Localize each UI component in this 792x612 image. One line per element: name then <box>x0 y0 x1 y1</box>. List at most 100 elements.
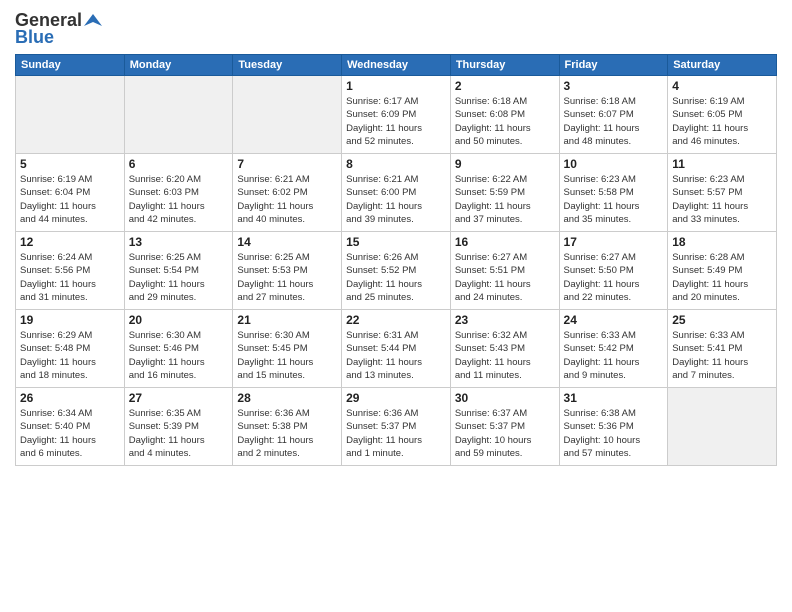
day-number: 18 <box>672 235 772 249</box>
day-cell: 7 Sunrise: 6:21 AM Sunset: 6:02 PM Daylig… <box>233 154 342 232</box>
day-info: Sunrise: 6:20 AM Sunset: 6:03 PM Dayligh… <box>129 173 229 226</box>
day-cell: 26 Sunrise: 6:34 AM Sunset: 5:40 PM Dayli… <box>16 388 125 466</box>
day-number: 12 <box>20 235 120 249</box>
week-row-1: 1 Sunrise: 6:17 AM Sunset: 6:09 PM Daylig… <box>16 76 777 154</box>
day-cell: 21Sunrise: 6:30 AM Sunset: 5:45 PM Dayli… <box>233 310 342 388</box>
week-row-4: 19 Sunrise: 6:29 AM Sunset: 5:48 PM Dayli… <box>16 310 777 388</box>
day-cell: 25 Sunrise: 6:33 AM Sunset: 5:41 PM Dayli… <box>668 310 777 388</box>
day-cell: 13 Sunrise: 6:25 AM Sunset: 5:54 PM Dayli… <box>124 232 233 310</box>
day-info: Sunrise: 6:36 AM Sunset: 5:37 PM Dayligh… <box>346 407 446 460</box>
day-cell <box>668 388 777 466</box>
day-number: 6 <box>129 157 229 171</box>
day-number: 17 <box>564 235 664 249</box>
day-cell: 23 Sunrise: 6:32 AM Sunset: 5:43 PM Dayli… <box>450 310 559 388</box>
day-info: Sunrise: 6:34 AM Sunset: 5:40 PM Dayligh… <box>20 407 120 460</box>
day-info: Sunrise: 6:32 AM Sunset: 5:43 PM Dayligh… <box>455 329 555 382</box>
day-cell: 27 Sunrise: 6:35 AM Sunset: 5:39 PM Dayli… <box>124 388 233 466</box>
day-info: Sunrise: 6:25 AM Sunset: 5:53 PM Dayligh… <box>237 251 337 304</box>
weekday-header-wednesday: Wednesday <box>342 55 451 76</box>
weekday-header-row: SundayMondayTuesdayWednesdayThursdayFrid… <box>16 55 777 76</box>
day-cell: 22Sunrise: 6:31 AM Sunset: 5:44 PM Dayli… <box>342 310 451 388</box>
day-number: 13 <box>129 235 229 249</box>
logo-blue: Blue <box>15 27 54 48</box>
logo-bird-icon <box>84 12 102 30</box>
day-info: Sunrise: 6:29 AM Sunset: 5:48 PM Dayligh… <box>20 329 120 382</box>
day-cell: 2Sunrise: 6:18 AM Sunset: 6:08 PM Daylig… <box>450 76 559 154</box>
day-cell: 1 Sunrise: 6:17 AM Sunset: 6:09 PM Daylig… <box>342 76 451 154</box>
day-info: Sunrise: 6:23 AM Sunset: 5:57 PM Dayligh… <box>672 173 772 226</box>
day-info: Sunrise: 6:21 AM Sunset: 6:00 PM Dayligh… <box>346 173 446 226</box>
week-row-2: 5 Sunrise: 6:19 AM Sunset: 6:04 PM Daylig… <box>16 154 777 232</box>
day-cell <box>16 76 125 154</box>
day-cell: 19 Sunrise: 6:29 AM Sunset: 5:48 PM Dayli… <box>16 310 125 388</box>
day-number: 8 <box>346 157 446 171</box>
weekday-header-sunday: Sunday <box>16 55 125 76</box>
day-number: 23 <box>455 313 555 327</box>
day-cell: 28Sunrise: 6:36 AM Sunset: 5:38 PM Dayli… <box>233 388 342 466</box>
day-cell: 8 Sunrise: 6:21 AM Sunset: 6:00 PM Daylig… <box>342 154 451 232</box>
day-number: 2 <box>455 79 555 93</box>
day-number: 9 <box>455 157 555 171</box>
day-number: 7 <box>237 157 337 171</box>
day-cell <box>124 76 233 154</box>
day-info: Sunrise: 6:21 AM Sunset: 6:02 PM Dayligh… <box>237 173 337 226</box>
day-number: 3 <box>564 79 664 93</box>
day-number: 1 <box>346 79 446 93</box>
logo: General Blue <box>15 10 102 48</box>
weekday-header-saturday: Saturday <box>668 55 777 76</box>
day-number: 14 <box>237 235 337 249</box>
day-cell: 14 Sunrise: 6:25 AM Sunset: 5:53 PM Dayli… <box>233 232 342 310</box>
day-info: Sunrise: 6:19 AM Sunset: 6:05 PM Dayligh… <box>672 95 772 148</box>
day-number: 4 <box>672 79 772 93</box>
day-cell: 24 Sunrise: 6:33 AM Sunset: 5:42 PM Dayli… <box>559 310 668 388</box>
page-header: General Blue <box>15 10 777 48</box>
day-number: 20 <box>129 313 229 327</box>
day-info: Sunrise: 6:19 AM Sunset: 6:04 PM Dayligh… <box>20 173 120 226</box>
day-cell: 3 Sunrise: 6:18 AM Sunset: 6:07 PM Daylig… <box>559 76 668 154</box>
day-info: Sunrise: 6:17 AM Sunset: 6:09 PM Dayligh… <box>346 95 446 148</box>
day-info: Sunrise: 6:33 AM Sunset: 5:42 PM Dayligh… <box>564 329 664 382</box>
day-cell: 31Sunrise: 6:38 AM Sunset: 5:36 PM Dayli… <box>559 388 668 466</box>
day-number: 5 <box>20 157 120 171</box>
weekday-header-thursday: Thursday <box>450 55 559 76</box>
weekday-header-friday: Friday <box>559 55 668 76</box>
day-number: 25 <box>672 313 772 327</box>
day-info: Sunrise: 6:33 AM Sunset: 5:41 PM Dayligh… <box>672 329 772 382</box>
weekday-header-tuesday: Tuesday <box>233 55 342 76</box>
day-info: Sunrise: 6:22 AM Sunset: 5:59 PM Dayligh… <box>455 173 555 226</box>
day-number: 24 <box>564 313 664 327</box>
day-info: Sunrise: 6:18 AM Sunset: 6:07 PM Dayligh… <box>564 95 664 148</box>
day-cell: 4 Sunrise: 6:19 AM Sunset: 6:05 PM Daylig… <box>668 76 777 154</box>
weekday-header-monday: Monday <box>124 55 233 76</box>
day-number: 15 <box>346 235 446 249</box>
day-info: Sunrise: 6:38 AM Sunset: 5:36 PM Dayligh… <box>564 407 664 460</box>
day-number: 28 <box>237 391 337 405</box>
day-cell <box>233 76 342 154</box>
day-info: Sunrise: 6:23 AM Sunset: 5:58 PM Dayligh… <box>564 173 664 226</box>
day-number: 21 <box>237 313 337 327</box>
day-info: Sunrise: 6:25 AM Sunset: 5:54 PM Dayligh… <box>129 251 229 304</box>
calendar-page: General Blue SundayMondayTuesdayWednesda… <box>0 0 792 612</box>
day-cell: 12 Sunrise: 6:24 AM Sunset: 5:56 PM Dayli… <box>16 232 125 310</box>
day-number: 26 <box>20 391 120 405</box>
day-cell: 15Sunrise: 6:26 AM Sunset: 5:52 PM Dayli… <box>342 232 451 310</box>
week-row-3: 12 Sunrise: 6:24 AM Sunset: 5:56 PM Dayli… <box>16 232 777 310</box>
day-number: 19 <box>20 313 120 327</box>
day-cell: 9 Sunrise: 6:22 AM Sunset: 5:59 PM Daylig… <box>450 154 559 232</box>
day-number: 16 <box>455 235 555 249</box>
day-cell: 17Sunrise: 6:27 AM Sunset: 5:50 PM Dayli… <box>559 232 668 310</box>
day-cell: 30 Sunrise: 6:37 AM Sunset: 5:37 PM Dayli… <box>450 388 559 466</box>
day-info: Sunrise: 6:24 AM Sunset: 5:56 PM Dayligh… <box>20 251 120 304</box>
day-info: Sunrise: 6:31 AM Sunset: 5:44 PM Dayligh… <box>346 329 446 382</box>
day-cell: 6 Sunrise: 6:20 AM Sunset: 6:03 PM Daylig… <box>124 154 233 232</box>
day-info: Sunrise: 6:37 AM Sunset: 5:37 PM Dayligh… <box>455 407 555 460</box>
day-cell: 29Sunrise: 6:36 AM Sunset: 5:37 PM Dayli… <box>342 388 451 466</box>
day-info: Sunrise: 6:28 AM Sunset: 5:49 PM Dayligh… <box>672 251 772 304</box>
day-cell: 11Sunrise: 6:23 AM Sunset: 5:57 PM Dayli… <box>668 154 777 232</box>
day-cell: 5 Sunrise: 6:19 AM Sunset: 6:04 PM Daylig… <box>16 154 125 232</box>
calendar-table: SundayMondayTuesdayWednesdayThursdayFrid… <box>15 54 777 466</box>
day-number: 30 <box>455 391 555 405</box>
day-info: Sunrise: 6:35 AM Sunset: 5:39 PM Dayligh… <box>129 407 229 460</box>
day-info: Sunrise: 6:27 AM Sunset: 5:51 PM Dayligh… <box>455 251 555 304</box>
day-number: 27 <box>129 391 229 405</box>
